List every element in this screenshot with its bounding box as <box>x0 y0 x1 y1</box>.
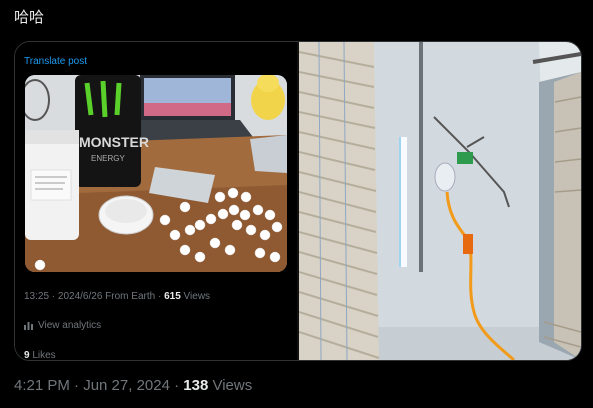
embedded-likes: 9 Likes <box>24 350 56 360</box>
embedded-post-screenshot[interactable]: Translate post MONSTER ENERGY 13:25 · 20… <box>15 42 297 360</box>
translate-post-link[interactable]: Translate post <box>24 56 87 67</box>
post-timestamp[interactable]: 4:21 PM · Jun 27, 2024 · 138 Views <box>14 377 252 394</box>
media-frame[interactable]: Translate post MONSTER ENERGY 13:25 · 20… <box>14 41 582 361</box>
post-time: 4:21 PM · Jun 27, 2024 · <box>14 377 184 394</box>
view-analytics-label: View analytics <box>38 320 102 331</box>
post-views-count: 138 <box>183 377 209 394</box>
iv-drip-photo[interactable] <box>299 42 581 360</box>
embedded-views-count: 615 <box>164 291 181 302</box>
view-analytics-link[interactable]: View analytics <box>24 320 101 331</box>
post-views-label: Views <box>208 377 253 394</box>
pills-photo-illustration: MONSTER ENERGY <box>25 75 287 272</box>
embedded-views-label: Views <box>180 291 211 302</box>
embedded-likes-label: Likes <box>29 350 56 360</box>
embedded-post-time: 13:25 · 2024/6/26 From Earth · <box>24 291 165 302</box>
embedded-post-meta: 13:25 · 2024/6/26 From Earth · 615 Views <box>24 291 210 302</box>
can-brand-text: MONSTER <box>79 134 149 150</box>
iv-drip-illustration <box>299 42 581 360</box>
pills-photo[interactable]: MONSTER ENERGY <box>25 75 287 272</box>
post-text: 哈哈 <box>14 9 45 26</box>
analytics-bar-icon <box>24 322 33 330</box>
can-sub-text: ENERGY <box>91 154 125 163</box>
